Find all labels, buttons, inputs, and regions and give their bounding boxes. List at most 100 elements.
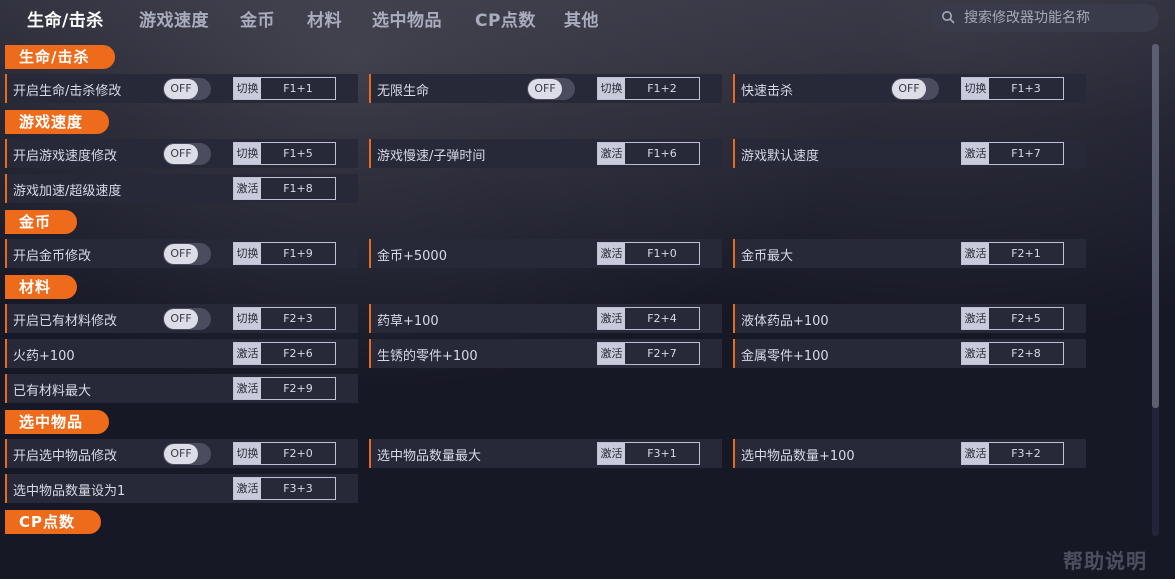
cheat-label: 选中物品数量设为1	[13, 484, 126, 499]
hotkey-box[interactable]: 激活 F1+6	[597, 142, 700, 165]
hotkey-box[interactable]: 切换 F2+0	[233, 442, 336, 465]
hotkey-mode: 切换	[234, 243, 261, 264]
cheat-label: 火药+100	[13, 349, 75, 364]
hotkey-combo: F1+0	[647, 247, 677, 260]
hotkey-combo: F1+7	[1011, 147, 1041, 160]
hotkey-mode: 切换	[962, 78, 989, 99]
tab-cp-points[interactable]: CP点数	[475, 6, 536, 31]
hotkey-box[interactable]: 激活 F2+7	[597, 342, 700, 365]
hotkey-box[interactable]: 激活 F3+1	[597, 442, 700, 465]
tab-materials[interactable]: 材料	[307, 6, 342, 31]
hotkey-combo: F1+5	[283, 147, 313, 160]
cheat-row: 金币最大 激活 F2+1	[733, 239, 1086, 268]
cheat-label: 开启游戏速度修改	[13, 149, 118, 164]
cheat-row: 金币+5000 激活 F1+0	[369, 239, 722, 268]
hotkey-combo: F3+3	[283, 482, 313, 495]
toggle-state: OFF	[528, 79, 562, 99]
cheat-label: 药草+100	[377, 314, 439, 329]
cheat-label: 开启已有材料修改	[13, 314, 118, 329]
cheat-row: 火药+100 激活 F2+6	[5, 339, 358, 368]
search-box[interactable]	[931, 4, 1159, 32]
hotkey-box[interactable]: 切换 F1+2	[597, 77, 700, 100]
hotkey-combo: F2+7	[647, 347, 677, 360]
hotkey-box[interactable]: 切换 F2+3	[233, 307, 336, 330]
toggle-switch[interactable]: OFF	[163, 243, 211, 265]
cheat-row: 游戏默认速度 激活 F1+7	[733, 139, 1086, 168]
cheat-label: 液体药品+100	[741, 314, 829, 329]
hotkey-mode: 切换	[234, 143, 261, 164]
toggle-state: OFF	[164, 309, 198, 329]
section-title: 游戏速度	[5, 110, 110, 134]
cheat-row: 游戏加速/超级速度 激活 F1+8	[5, 174, 358, 203]
section-cp-points: CP点数	[5, 510, 102, 534]
cheat-row: 开启生命/击杀修改 OFF 切换 F1+1	[5, 74, 358, 103]
hotkey-mode: 激活	[598, 143, 625, 164]
hotkey-mode: 切换	[234, 78, 261, 99]
cheat-row: 开启选中物品修改 OFF 切换 F2+0	[5, 439, 358, 468]
cheat-label: 选中物品数量+100	[741, 449, 855, 464]
cheat-label: 金币最大	[741, 249, 794, 264]
hotkey-box[interactable]: 激活 F3+3	[233, 477, 336, 500]
section-gold: 金币	[5, 210, 78, 234]
cheat-row: 快速击杀 OFF 切换 F1+3	[733, 74, 1086, 103]
toggle-state: OFF	[164, 79, 198, 99]
hotkey-box[interactable]: 激活 F2+8	[961, 342, 1064, 365]
help-link[interactable]: 帮助说明	[1063, 545, 1147, 574]
tab-other[interactable]: 其他	[564, 6, 599, 31]
section-life-kill: 生命/击杀	[5, 45, 116, 69]
cheat-label: 选中物品数量最大	[377, 449, 482, 464]
search-input[interactable]	[962, 9, 1146, 27]
hotkey-box[interactable]: 切换 F1+1	[233, 77, 336, 100]
hotkey-box[interactable]: 激活 F2+6	[233, 342, 336, 365]
cheat-row: 开启已有材料修改 OFF 切换 F2+3	[5, 304, 358, 333]
cheat-row: 开启游戏速度修改 OFF 切换 F1+5	[5, 139, 358, 168]
hotkey-mode: 激活	[598, 308, 625, 329]
cheat-row: 药草+100 激活 F2+4	[369, 304, 722, 333]
hotkey-mode: 激活	[962, 243, 989, 264]
hotkey-box[interactable]: 激活 F1+7	[961, 142, 1064, 165]
section-game-speed: 游戏速度	[5, 110, 110, 134]
cheat-label: 游戏慢速/子弹时间	[377, 149, 486, 164]
hotkey-box[interactable]: 激活 F1+8	[233, 177, 336, 200]
hotkey-mode: 激活	[598, 243, 625, 264]
tab-gold[interactable]: 金币	[240, 6, 275, 31]
hotkey-box[interactable]: 激活 F1+0	[597, 242, 700, 265]
toggle-state: OFF	[164, 444, 198, 464]
toggle-switch[interactable]: OFF	[891, 78, 939, 100]
hotkey-combo: F2+5	[1011, 312, 1041, 325]
toggle-switch[interactable]: OFF	[527, 78, 575, 100]
tab-selected-item[interactable]: 选中物品	[372, 6, 442, 31]
top-navigation: 生命/击杀 游戏速度 金币 材料 选中物品 CP点数 其他	[0, 0, 1175, 38]
hotkey-combo: F1+1	[283, 82, 313, 95]
hotkey-combo: F2+1	[1011, 247, 1041, 260]
hotkey-combo: F1+8	[283, 182, 313, 195]
cheat-label: 无限生命	[377, 84, 430, 99]
cheat-row: 选中物品数量设为1 激活 F3+3	[5, 474, 358, 503]
cheat-label: 快速击杀	[741, 84, 794, 99]
section-title: 选中物品	[5, 410, 110, 434]
hotkey-mode: 激活	[962, 443, 989, 464]
tab-game-speed[interactable]: 游戏速度	[139, 6, 209, 31]
cheat-row: 金属零件+100 激活 F2+8	[733, 339, 1086, 368]
hotkey-box[interactable]: 激活 F3+2	[961, 442, 1064, 465]
toggle-switch[interactable]: OFF	[163, 443, 211, 465]
scrollbar-thumb[interactable]	[1152, 44, 1159, 408]
hotkey-box[interactable]: 切换 F1+9	[233, 242, 336, 265]
scrollbar[interactable]	[1152, 44, 1159, 536]
hotkey-mode: 切换	[234, 308, 261, 329]
hotkey-mode: 激活	[234, 178, 261, 199]
hotkey-box[interactable]: 激活 F2+4	[597, 307, 700, 330]
toggle-switch[interactable]: OFF	[163, 143, 211, 165]
section-title: 生命/击杀	[5, 45, 116, 69]
hotkey-box[interactable]: 激活 F2+9	[233, 377, 336, 400]
hotkey-box[interactable]: 切换 F1+5	[233, 142, 336, 165]
search-icon	[941, 9, 955, 28]
cheat-row: 选中物品数量最大 激活 F3+1	[369, 439, 722, 468]
toggle-switch[interactable]: OFF	[163, 78, 211, 100]
toggle-switch[interactable]: OFF	[163, 308, 211, 330]
hotkey-combo: F2+9	[283, 382, 313, 395]
hotkey-box[interactable]: 激活 F2+5	[961, 307, 1064, 330]
hotkey-box[interactable]: 激活 F2+1	[961, 242, 1064, 265]
hotkey-box[interactable]: 切换 F1+3	[961, 77, 1064, 100]
tab-life-kill[interactable]: 生命/击杀	[27, 6, 104, 31]
